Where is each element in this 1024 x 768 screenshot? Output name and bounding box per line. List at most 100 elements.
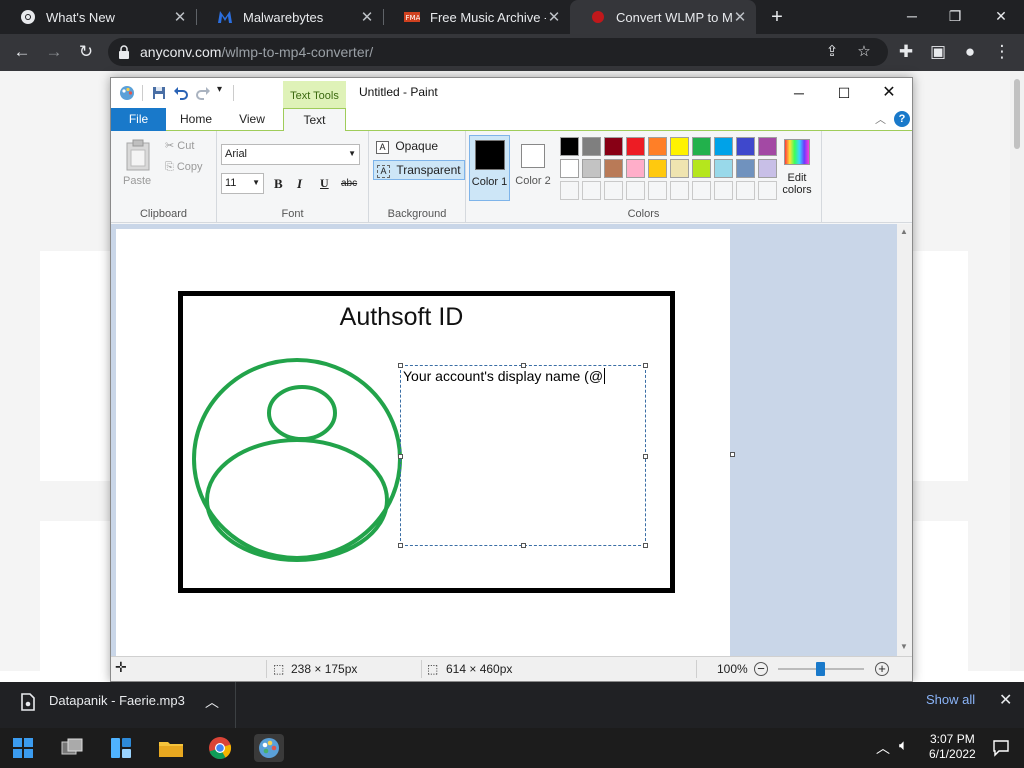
forward-arrow-icon[interactable]: → xyxy=(42,40,66,64)
color-swatch[interactable] xyxy=(714,159,733,178)
color-swatch[interactable] xyxy=(626,159,645,178)
address-bar[interactable]: anyconv.com/wlmp-to-mp4-converter/ ⇪ ☆ xyxy=(108,38,888,66)
color-swatch[interactable] xyxy=(560,137,579,156)
color-swatch[interactable] xyxy=(758,137,777,156)
qat-customize-icon[interactable]: ▾ xyxy=(217,84,222,95)
resize-handle[interactable] xyxy=(521,363,526,368)
underline-button[interactable]: U xyxy=(320,176,329,191)
close-icon[interactable]: ✕ xyxy=(359,8,375,26)
empty-color-swatch[interactable] xyxy=(648,181,667,200)
canvas-resize-handle[interactable] xyxy=(730,452,735,457)
tab-malwarebytes[interactable]: Malwarebytes ✕ xyxy=(197,0,383,34)
resize-handle[interactable] xyxy=(643,543,648,548)
minimize-icon[interactable]: ─ xyxy=(899,4,925,28)
color-swatch[interactable] xyxy=(670,137,689,156)
help-icon[interactable]: ? xyxy=(894,111,910,127)
resize-handle[interactable] xyxy=(398,543,403,548)
side-panel-icon[interactable]: ▣ xyxy=(926,40,950,64)
extensions-puzzle-icon[interactable]: ✚ xyxy=(894,40,918,64)
empty-color-swatch[interactable] xyxy=(692,181,711,200)
tab-free-music-archive[interactable]: FMA Free Music Archive - M ✕ xyxy=(384,0,570,34)
resize-handle[interactable] xyxy=(398,454,403,459)
notification-icon[interactable] xyxy=(992,739,1010,757)
cut-button[interactable]: ✂ Cut xyxy=(165,139,194,152)
close-icon[interactable]: ✕ xyxy=(172,8,188,26)
color-swatch[interactable] xyxy=(736,137,755,156)
strikethrough-button[interactable]: abc xyxy=(341,178,357,189)
font-family-select[interactable]: Arial ▼ xyxy=(221,144,360,165)
paint-app-icon[interactable] xyxy=(118,84,136,102)
tab-home[interactable]: Home xyxy=(171,108,221,131)
close-icon[interactable]: ✕ xyxy=(732,8,748,26)
new-tab-button[interactable]: + xyxy=(766,6,788,28)
close-icon[interactable]: ✕ xyxy=(999,690,1012,710)
resize-handle[interactable] xyxy=(521,543,526,548)
empty-color-swatch[interactable] xyxy=(670,181,689,200)
color-swatch[interactable] xyxy=(582,137,601,156)
menu-kebab-icon[interactable]: ⋮ xyxy=(990,40,1014,64)
scroll-down-icon[interactable]: ▼ xyxy=(900,642,908,651)
tab-file[interactable]: File xyxy=(111,108,166,131)
show-all-button[interactable]: Show all xyxy=(926,692,975,707)
empty-color-swatch[interactable] xyxy=(582,181,601,200)
text-box-content[interactable]: Your account's display name (@ xyxy=(403,368,609,384)
reload-icon[interactable]: ↻ xyxy=(74,40,98,64)
chevron-up-icon[interactable]: ︿ xyxy=(205,692,219,712)
color-swatch[interactable] xyxy=(604,137,623,156)
close-window-icon[interactable]: ✕ xyxy=(988,4,1014,28)
scroll-up-icon[interactable]: ▲ xyxy=(900,227,908,236)
copy-button[interactable]: ⎘ Copy xyxy=(165,161,203,174)
canvas-vertical-scrollbar[interactable]: ▲ ▼ xyxy=(897,224,912,656)
color-swatch[interactable] xyxy=(758,159,777,178)
system-tray-chevron-icon[interactable]: ︿ xyxy=(876,738,890,758)
redo-icon[interactable] xyxy=(194,84,212,102)
tab-text[interactable]: Text xyxy=(283,108,346,132)
color-swatch[interactable] xyxy=(582,159,601,178)
maximize-icon[interactable]: ☐ xyxy=(821,81,867,105)
windows-start-icon[interactable] xyxy=(8,734,38,762)
zoom-in-icon[interactable]: + xyxy=(875,662,889,676)
edit-colors-button[interactable]: Edit colors xyxy=(776,136,818,202)
zoom-slider-thumb[interactable] xyxy=(816,662,825,676)
file-explorer-icon[interactable] xyxy=(156,734,186,762)
share-icon[interactable]: ⇪ xyxy=(822,42,842,62)
empty-color-swatch[interactable] xyxy=(626,181,645,200)
bookmark-star-icon[interactable]: ☆ xyxy=(854,42,874,62)
zoom-out-icon[interactable]: − xyxy=(754,662,768,676)
resize-handle[interactable] xyxy=(643,363,648,368)
close-icon[interactable]: ✕ xyxy=(546,8,562,26)
bold-button[interactable]: B xyxy=(274,176,283,192)
widgets-icon[interactable] xyxy=(106,734,136,762)
italic-button[interactable]: I xyxy=(297,176,302,192)
empty-color-swatch[interactable] xyxy=(560,181,579,200)
paint-taskbar-icon[interactable] xyxy=(254,734,284,762)
profile-icon[interactable]: ● xyxy=(958,40,982,64)
transparent-button[interactable]: A Transparent xyxy=(373,160,465,180)
paste-label[interactable]: Paste xyxy=(123,175,151,187)
undo-icon[interactable] xyxy=(172,84,190,102)
resize-handle[interactable] xyxy=(643,454,648,459)
color1-button[interactable]: Color 1 xyxy=(469,135,510,201)
empty-color-swatch[interactable] xyxy=(604,181,623,200)
speaker-icon[interactable]: 🔈︎ xyxy=(899,737,908,754)
color-swatch[interactable] xyxy=(648,159,667,178)
restore-icon[interactable]: ❐ xyxy=(942,4,968,28)
color-swatch[interactable] xyxy=(670,159,689,178)
paste-icon[interactable] xyxy=(124,139,152,171)
close-icon[interactable]: ✕ xyxy=(866,81,912,105)
back-arrow-icon[interactable]: ← xyxy=(10,40,34,64)
text-box-selection[interactable]: Your account's display name (@ xyxy=(398,363,648,548)
tab-whats-new[interactable]: What's New ✕ xyxy=(0,0,196,34)
color-swatch[interactable] xyxy=(626,137,645,156)
empty-color-swatch[interactable] xyxy=(714,181,733,200)
task-view-icon[interactable] xyxy=(57,734,87,762)
chrome-taskbar-icon[interactable] xyxy=(205,734,235,762)
page-scrollbar[interactable] xyxy=(1010,71,1024,671)
color-swatch[interactable] xyxy=(692,137,711,156)
tab-convert-wlmp[interactable]: Convert WLMP to MP4 ✕ xyxy=(570,0,756,34)
color-swatch[interactable] xyxy=(604,159,623,178)
empty-color-swatch[interactable] xyxy=(736,181,755,200)
tab-view[interactable]: View xyxy=(227,108,277,131)
collapse-ribbon-icon[interactable]: ︿ xyxy=(875,111,886,127)
color-swatch[interactable] xyxy=(692,159,711,178)
